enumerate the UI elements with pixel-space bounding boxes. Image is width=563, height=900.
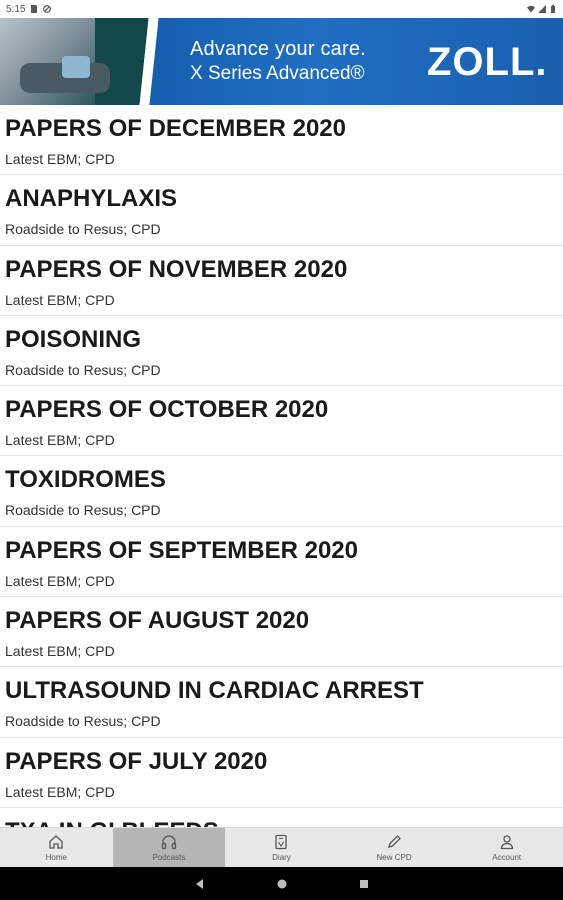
list-item[interactable]: PAPERS OF OCTOBER 2020 Latest EBM; CPD <box>0 386 563 457</box>
tab-label: New CPD <box>376 853 412 862</box>
list-item[interactable]: PAPERS OF JULY 2020 Latest EBM; CPD <box>0 738 563 808</box>
ad-banner[interactable]: Advance your care. X Series Advanced® ZO… <box>0 18 563 105</box>
banner-tagline: Advance your care. <box>190 38 366 60</box>
banner-product: X Series Advanced® <box>190 63 365 84</box>
diary-icon <box>275 834 288 850</box>
episode-title: ULTRASOUND IN CARDIAC ARREST <box>5 677 424 705</box>
episode-subtitle: Roadside to Resus; CPD <box>5 221 161 238</box>
list-item[interactable]: PAPERS OF AUGUST 2020 Latest EBM; CPD <box>0 597 563 668</box>
status-time: 5:15 <box>6 3 26 15</box>
episode-title: TOXIDROMES <box>5 466 166 494</box>
tab-account[interactable]: Account <box>450 828 563 867</box>
battery-icon <box>551 5 555 13</box>
episode-subtitle: Latest EBM; CPD <box>5 151 115 167</box>
system-nav-bar <box>0 867 563 900</box>
episode-subtitle: Roadside to Resus; CPD <box>5 361 161 378</box>
episode-subtitle: Latest EBM; CPD <box>5 643 115 660</box>
episode-title: PAPERS OF DECEMBER 2020 <box>5 115 346 142</box>
episode-title: TXA IN GI BLEEDS <box>5 818 558 827</box>
banner-photo <box>0 18 150 105</box>
episode-subtitle: Latest EBM; CPD <box>5 291 115 308</box>
status-bar: 5:15 <box>0 0 563 18</box>
list-item[interactable]: PAPERS OF SEPTEMBER 2020 Latest EBM; CPD <box>0 527 563 598</box>
list-item[interactable]: ANAPHYLAXIS Roadside to Resus; CPD <box>0 175 563 246</box>
episode-subtitle: Roadside to Resus; CPD <box>5 713 161 730</box>
tab-new-cpd[interactable]: New CPD <box>338 828 451 867</box>
pencil-icon <box>388 835 401 848</box>
list-item[interactable]: TXA IN GI BLEEDS <box>0 808 563 827</box>
sd-card-icon <box>31 5 38 13</box>
tab-home[interactable]: Home <box>0 828 113 867</box>
tab-diary[interactable]: Diary <box>225 828 338 867</box>
episode-title: POISONING <box>5 325 142 353</box>
headphones-icon <box>161 835 177 850</box>
dnd-icon <box>43 5 52 13</box>
signal-icon <box>538 5 546 13</box>
episode-title: PAPERS OF SEPTEMBER 2020 <box>5 536 358 564</box>
episode-title: ANAPHYLAXIS <box>5 185 178 213</box>
banner-text: Advance your care. X Series Advanced® <box>190 38 366 85</box>
episode-subtitle: Latest EBM; CPD <box>5 783 115 800</box>
wifi-icon <box>527 5 535 13</box>
person-icon <box>500 835 513 850</box>
episode-title: PAPERS OF AUGUST 2020 <box>5 607 310 635</box>
bottom-tab-bar: Home Podcasts Diary New CPD Account <box>0 827 563 867</box>
recents-icon[interactable] <box>358 878 370 890</box>
list-item[interactable]: PAPERS OF NOVEMBER 2020 Latest EBM; CPD <box>0 246 563 316</box>
home-icon <box>49 835 63 849</box>
back-icon[interactable] <box>194 878 206 890</box>
episode-title: PAPERS OF OCTOBER 2020 <box>5 396 329 424</box>
episode-list: PAPERS OF DECEMBER 2020 Latest EBM; CPD … <box>0 105 563 827</box>
episode-title: PAPERS OF NOVEMBER 2020 <box>5 255 348 283</box>
list-item[interactable]: POISONING Roadside to Resus; CPD <box>0 316 563 387</box>
episode-subtitle: Latest EBM; CPD <box>5 432 115 449</box>
tab-label: Diary <box>272 853 291 862</box>
list-item[interactable]: PAPERS OF DECEMBER 2020 Latest EBM; CPD <box>0 105 563 176</box>
tab-podcasts[interactable]: Podcasts <box>112 828 226 867</box>
episode-subtitle: Latest EBM; CPD <box>5 572 115 589</box>
list-item[interactable]: ULTRASOUND IN CARDIAC ARREST Roadside to… <box>0 667 563 738</box>
tab-label: Home <box>45 853 67 862</box>
episode-title: PAPERS OF JULY 2020 <box>5 747 268 775</box>
home-circle-icon[interactable] <box>276 878 288 890</box>
zoll-logo: ZOLL. <box>427 40 548 84</box>
episode-subtitle: Roadside to Resus; CPD <box>5 502 161 519</box>
tab-label: Podcasts <box>152 853 186 862</box>
list-item[interactable]: TOXIDROMES Roadside to Resus; CPD <box>0 456 563 527</box>
tab-label: Account <box>492 853 522 862</box>
